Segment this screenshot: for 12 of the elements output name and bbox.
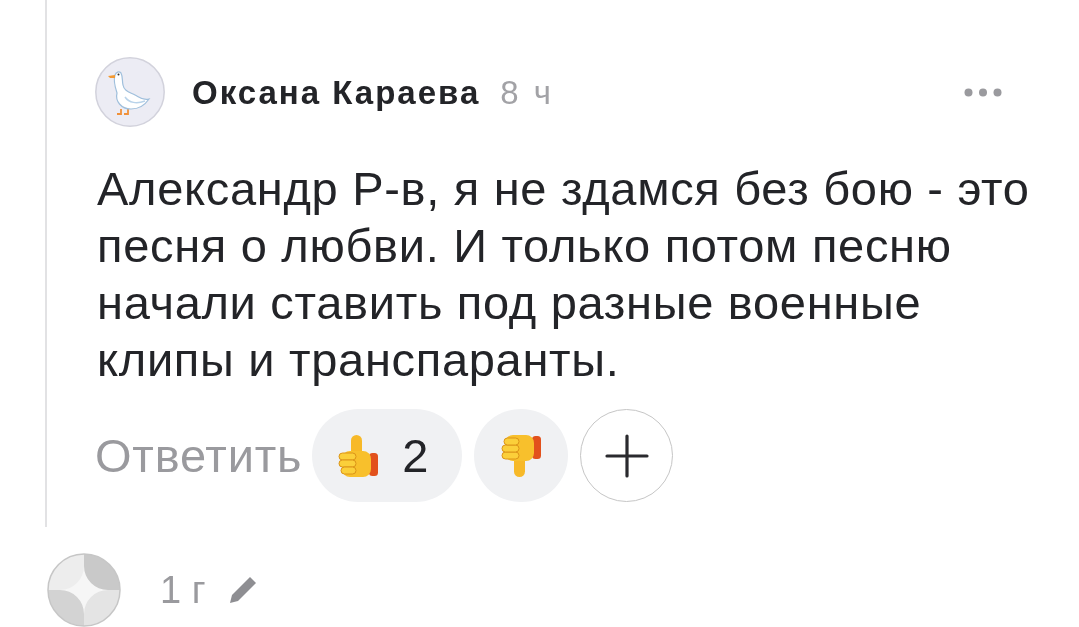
comment-time: 8 ч <box>500 75 554 109</box>
goose-avatar-icon <box>95 57 165 127</box>
thumbs-up-icon <box>336 433 381 478</box>
comment-text: Александр Р-в, я не здамся без бою - это песня о любви. И только потом песню начали ставить под разные военные клипы и транспаранты. <box>97 161 1031 388</box>
pencil-icon[interactable] <box>227 575 258 605</box>
placeholder-avatar-icon <box>47 553 121 627</box>
author-name[interactable]: Оксана Караева <box>192 75 481 109</box>
like-button[interactable]: 2 <box>312 409 463 502</box>
comment-time: 1 г <box>160 571 206 609</box>
thumbs-down-icon <box>499 433 544 478</box>
more-icon[interactable] <box>964 87 1002 97</box>
plus-icon <box>604 433 649 478</box>
